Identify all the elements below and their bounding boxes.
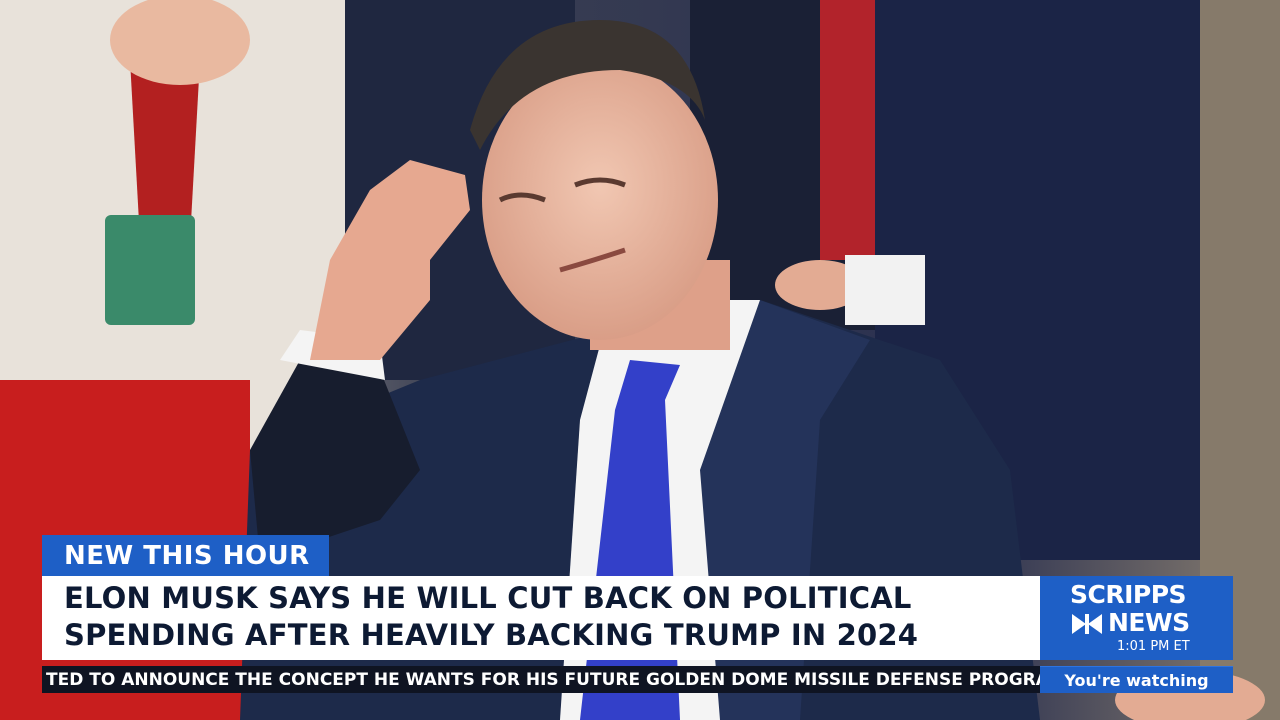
headline-banner: ELON MUSK SAYS HE WILL CUT BACK ON POLIT… <box>42 576 1040 660</box>
watching-label: You're watching <box>1064 670 1209 690</box>
ticker-text: TED TO ANNOUNCE THE CONCEPT HE WANTS FOR… <box>46 669 1040 690</box>
video-frame: NEW THIS HOUR ELON MUSK SAYS HE WILL CUT… <box>0 0 1280 720</box>
scripps-lighthouse-icon <box>1072 614 1102 634</box>
brand-name-line-1: SCRIPPS <box>1070 580 1187 609</box>
broadcast-time: 1:01 PM ET <box>1117 639 1190 654</box>
news-ticker: TED TO ANNOUNCE THE CONCEPT HE WANTS FOR… <box>42 666 1040 693</box>
headline-line-2: SPENDING AFTER HEAVILY BACKING TRUMP IN … <box>64 618 919 652</box>
youre-watching-badge: You're watching <box>1040 666 1233 693</box>
headline-line-1: ELON MUSK SAYS HE WILL CUT BACK ON POLIT… <box>64 581 912 615</box>
brand-name-line-2: NEWS <box>1108 608 1190 637</box>
scripps-news-logo: SCRIPPS NEWS 1:01 PM ET <box>1040 576 1233 660</box>
tag-label: NEW THIS HOUR <box>64 540 310 571</box>
new-this-hour-tag: NEW THIS HOUR <box>42 535 329 576</box>
